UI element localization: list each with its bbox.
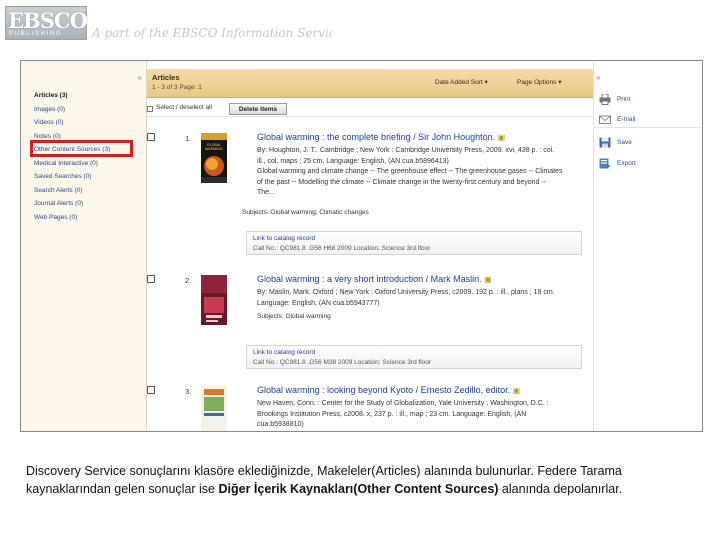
folder-item-images[interactable]: Images (0) [34,103,110,117]
folder-add-icon[interactable]: ▣ [484,275,492,284]
record-metadata: By: Houghton, J. T.. Cambridge ; New Yor… [257,146,587,199]
record-subjects: Subjects: Global warming; Climatic chang… [242,209,369,216]
save-label: Save [617,139,632,146]
folder-add-icon[interactable]: ▣ [513,386,521,395]
record-checkbox[interactable] [147,386,155,394]
results-count: 1 - 3 of 3 Page: 1 [152,84,202,91]
book-cover-image[interactable]: GLOBAL WARMING [201,133,227,183]
record-title-text: Global warming : looking beyond Kyoto / … [257,385,511,395]
record-number: 2. [185,276,192,285]
folder-screenshot: « Articles (3) Images (0) Videos (0) Not… [20,60,703,432]
book-cover-image[interactable] [201,275,227,325]
record-meta-line: Language: English, (AN cua.b5943777) [257,299,380,307]
print-tool[interactable]: Print [599,94,699,108]
results-title: Articles [152,73,180,82]
record-meta-line: cua.b5938810) [257,421,304,428]
slide: EBSCO PUBLISHING A part of the EBSCO Inf… [0,0,720,540]
slide-caption: Discovery Service sonuçlarını klasöre ek… [26,462,706,498]
email-tool[interactable]: E-mail [599,114,699,128]
record-checkbox[interactable] [147,133,155,141]
select-all-checkbox[interactable] [147,106,153,112]
ebsco-logo: EBSCO PUBLISHING [5,6,88,40]
caption-text-end: alanında depolanırlar. [498,482,623,496]
export-label: Export [617,160,636,167]
record-title-link[interactable]: Global warming : the complete briefing /… [257,132,505,142]
record-title-link[interactable]: Global warming : looking beyond Kyoto / … [257,385,520,395]
tools-sidebar: » Print E-mail Save Export [593,61,702,431]
record-meta-line: New Haven, Conn. : Center for the Study … [257,400,549,407]
collapse-right-icon[interactable]: » [596,73,600,82]
record-checkbox[interactable] [147,275,155,283]
print-label: Print [617,96,631,103]
save-tool[interactable]: Save [599,137,699,151]
export-tool[interactable]: Export [599,158,699,172]
folder-item-articles[interactable]: Articles (3) [34,89,110,103]
catalog-record-box: Link to catalog record Call No.: QC981.8… [246,345,582,369]
book-cover-image[interactable] [201,386,227,432]
page-options-dropdown[interactable]: Page Options ▾ [517,78,561,86]
record-metadata: New Haven, Conn. : Center for the Study … [257,399,587,431]
catalog-record-link[interactable]: Link to catalog record [253,349,315,356]
select-all-label: Select / deselect all [156,104,213,111]
record-title-link[interactable]: Global warming : a very short introducti… [257,274,492,284]
call-number: Call No.: QC981.8 .G56 M38 2009 Location… [253,359,432,366]
email-label: E-mail [617,116,636,123]
catalog-record-link[interactable]: Link to catalog record [253,235,315,242]
record-meta-line: Brookings Institution Press, c2008. x, 2… [257,410,527,418]
folder-item-search-alerts[interactable]: Search Alerts (0) [34,184,110,198]
catalog-record-box: Link to catalog record Call No.: QC981.8… [246,231,582,255]
svg-text:WARMING: WARMING [205,147,223,151]
folder-add-icon[interactable]: ▣ [498,133,506,142]
folder-item-web-pages[interactable]: Web Pages (0) [34,211,110,225]
call-number: Call No.: QC981.8 .G56 H68 2009 Location… [253,245,431,252]
record-title-text: Global warming : a very short introducti… [257,274,482,284]
sort-dropdown[interactable]: Date Added Sort ▾ [435,78,488,86]
record-meta-line: The... [257,189,275,196]
folder-item-medical-interactive[interactable]: Medical Interactive (0) [34,157,110,171]
folder-item-journal-alerts[interactable]: Journal Alerts (0) [34,197,110,211]
results-toolbar: Select / deselect all Delete Items [147,101,593,117]
header-fade [300,0,720,46]
record-number: 3. [185,387,192,396]
caption-bold-text: Diğer İçerik Kaynakları(Other Content So… [218,482,499,496]
envelope-icon [599,115,611,124]
delete-items-button[interactable]: Delete Items [229,103,287,115]
results-panel: Articles 1 - 3 of 3 Page: 1 Date Added S… [147,61,593,431]
folder-item-videos[interactable]: Videos (0) [34,116,110,130]
record-metadata: By: Maslin, Mark. Oxford ; New York : Ox… [257,288,587,309]
floppy-disk-icon [599,137,611,148]
results-header: Articles 1 - 3 of 3 Page: 1 Date Added S… [147,69,593,98]
record-meta-line: By: Maslin, Mark. Oxford ; New York : Ox… [257,289,555,296]
record-meta-line: Global warming and climate change -- The… [257,168,563,175]
record-subjects: Subjects: Global warming [257,313,331,320]
export-icon [599,158,611,169]
folder-item-saved-searches[interactable]: Saved Searches (0) [34,170,110,184]
logo-subtext: PUBLISHING [9,31,63,37]
folder-sidebar: « Articles (3) Images (0) Videos (0) Not… [21,61,147,431]
logo-text: EBSCO [8,8,88,33]
printer-icon [599,94,611,105]
record-meta-line: ill., col. maps ; 25 cm. Language: Engli… [257,157,449,165]
collapse-left-icon[interactable]: « [138,73,142,82]
record-title-text: Global warming : the complete briefing /… [257,132,496,142]
highlight-box [30,140,133,157]
tools-divider [594,127,702,128]
ebsco-header: EBSCO PUBLISHING A part of the EBSCO Inf… [0,0,720,46]
record-number: 1. [185,134,192,143]
record-meta-line: By: Houghton, J. T.. Cambridge ; New Yor… [257,147,555,154]
record-meta-line: of the past -- Modelling the climate -- … [257,178,547,186]
header-tagline: A part of the EBSCO Information Services [92,26,332,40]
